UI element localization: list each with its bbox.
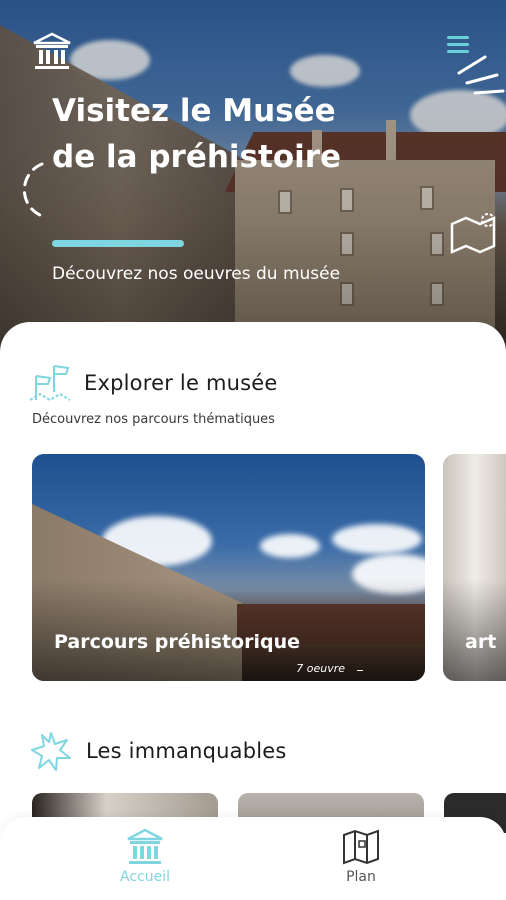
hero-subtitle: Découvrez nos oeuvres du musée [52, 264, 341, 284]
arc-decoration-icon [22, 162, 44, 218]
museum-icon [127, 828, 163, 864]
flags-icon [29, 365, 71, 402]
tour-card-title: Parcours préhistorique [54, 631, 300, 653]
nav-item-plan[interactable]: Plan [316, 827, 406, 885]
tour-card-count-mark [357, 670, 363, 671]
tour-card-art[interactable]: art [443, 454, 506, 681]
must-see-section-header: Les immanquables [30, 730, 287, 772]
explore-section-subtitle: Découvrez nos parcours thématiques [32, 412, 275, 427]
museum-logo-icon[interactable] [30, 30, 74, 74]
must-see-section-title: Les immanquables [86, 739, 287, 763]
nav-label-plan: Plan [346, 869, 376, 885]
hero-title: Visitez le Musée de la préhistoire [52, 93, 342, 175]
explore-section-title: Explorer le musée [84, 371, 278, 395]
hero-shade [0, 0, 506, 360]
hero-title-underline [52, 240, 184, 247]
tour-card-count: 7 oeuvre [296, 662, 345, 675]
tour-card-prehistoric[interactable]: Parcours préhistorique 7 oeuvre [32, 454, 425, 681]
hero-banner: Visitez le Musée de la préhistoire Décou… [0, 0, 506, 360]
explore-section-header: Explorer le musée [28, 362, 278, 404]
star-burst-icon [31, 732, 71, 771]
nav-label-accueil: Accueil [120, 869, 170, 885]
bottom-navigation: Accueil Plan [0, 817, 506, 900]
nav-item-accueil[interactable]: Accueil [100, 827, 190, 885]
map-icon [343, 829, 379, 865]
tour-card-title: art [465, 631, 497, 653]
map-decoration-icon [450, 213, 496, 254]
sparkle-decoration-icon [457, 55, 505, 95]
main-content: Explorer le musée Découvrez nos parcours… [0, 322, 506, 900]
